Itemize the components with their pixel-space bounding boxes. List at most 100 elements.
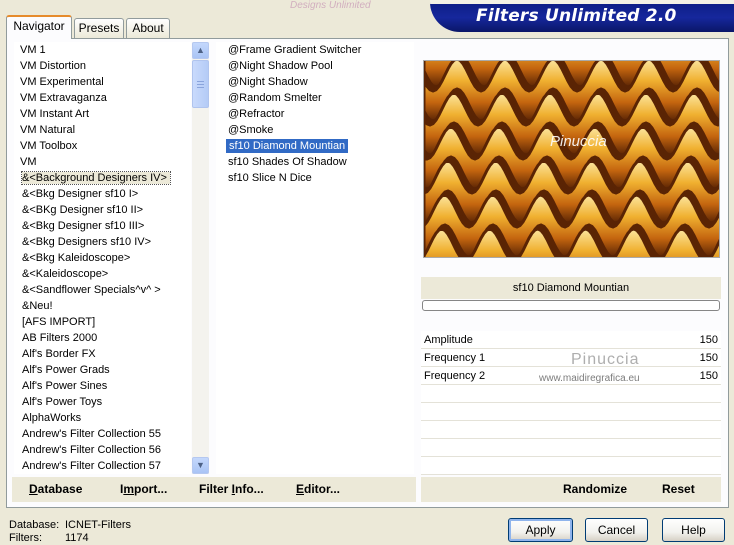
category-item-label: VM Extravaganza xyxy=(20,92,107,104)
category-item-label: Alf's Power Grads xyxy=(22,364,110,376)
filter-item[interactable]: sf10 Slice N Dice xyxy=(216,170,414,186)
category-item[interactable]: AB Filters 2000 xyxy=(14,330,191,346)
editor-button[interactable]: Editor... xyxy=(296,477,340,502)
database-label: atabase xyxy=(37,482,83,496)
category-item[interactable]: &<Bkg Designer sf10 I> xyxy=(14,186,191,202)
filter-item[interactable]: @Night Shadow xyxy=(216,74,414,90)
grip-line xyxy=(197,81,204,82)
category-item[interactable]: VM Toolbox xyxy=(14,138,191,154)
database-status-value: ICNET-Filters xyxy=(65,519,131,531)
cancel-button[interactable]: Cancel xyxy=(585,518,648,542)
category-item-label: VM Instant Art xyxy=(20,108,90,120)
scroll-thumb[interactable] xyxy=(192,60,209,108)
filters-count-value: 1174 xyxy=(65,532,89,544)
category-item-label: Andrew's Filter Collection 56 xyxy=(22,444,162,456)
category-item-label: Andrew's Filter Collection 55 xyxy=(22,428,162,440)
filter-item[interactable]: @Random Smelter xyxy=(216,90,414,106)
filter-item[interactable]: @Frame Gradient Switcher xyxy=(216,42,414,58)
category-item[interactable]: VM Natural xyxy=(14,122,191,138)
category-item[interactable]: &Neu! xyxy=(14,298,191,314)
reset-button[interactable]: Reset xyxy=(662,477,695,502)
category-item-label: [AFS IMPORT] xyxy=(22,316,96,328)
parameter-row[interactable]: Amplitude 150 xyxy=(421,331,721,349)
category-item[interactable]: [AFS IMPORT] xyxy=(14,314,191,330)
parameter-row[interactable] xyxy=(421,385,721,403)
database-status-label: Database: xyxy=(9,519,60,531)
parameter-row[interactable] xyxy=(421,439,721,457)
category-item-label: AlphaWorks xyxy=(22,412,82,424)
category-item[interactable]: VM xyxy=(14,154,191,170)
apply-button[interactable]: Apply xyxy=(508,518,573,542)
category-item[interactable]: &<Background Designers IV> xyxy=(14,170,191,186)
tab-presets[interactable]: Presets xyxy=(74,18,124,38)
category-item-label: &<Bkg Kaleidoscope> xyxy=(22,252,131,264)
parameter-row[interactable] xyxy=(421,421,721,439)
parameter-table[interactable]: Amplitude 150 Frequency 1 150 Frequency 2 150… xyxy=(421,331,721,475)
tab-navigator[interactable]: Navigator xyxy=(6,15,72,39)
filter-item-label: @Night Shadow Pool xyxy=(228,60,333,72)
category-item[interactable]: Alf's Border FX xyxy=(14,346,191,362)
parameter-value[interactable]: 150 xyxy=(700,367,718,385)
tab-about[interactable]: About xyxy=(126,18,170,38)
category-item[interactable]: Andrew's Filter Collection 57 xyxy=(14,458,191,474)
category-item[interactable]: &<BKg Designer sf10 II> xyxy=(14,202,191,218)
left-button-bar: Database Import... Filter Info... Editor… xyxy=(12,477,416,502)
import-label: port... xyxy=(134,482,168,496)
preview-watermark: Pinuccia xyxy=(550,133,607,150)
filter-info-button[interactable]: Filter Info... xyxy=(199,477,264,502)
category-item-label: &Neu! xyxy=(22,300,53,312)
background-scribble: Designs Unlimited xyxy=(290,0,371,10)
category-item[interactable]: VM Experimental xyxy=(14,74,191,90)
category-item[interactable]: &<Bkg Kaleidoscope> xyxy=(14,250,191,266)
category-item-label: AB Filters 2000 xyxy=(22,332,98,344)
app-title: Filters Unlimited 2.0 xyxy=(476,6,677,26)
category-item[interactable]: &<Kaleidoscope> xyxy=(14,266,191,282)
filter-item[interactable]: sf10 Diamond Mountian xyxy=(216,138,414,154)
parameter-label: Frequency 2 xyxy=(424,370,486,382)
category-item[interactable]: VM Instant Art xyxy=(14,106,191,122)
category-item[interactable]: VM Distortion xyxy=(14,58,191,74)
filter-item-label: @Refractor xyxy=(228,108,285,120)
category-item-label: VM 1 xyxy=(20,44,46,56)
filter-list[interactable]: @Frame Gradient Switcher @Night Shadow Po… xyxy=(216,42,414,474)
import-button[interactable]: Import... xyxy=(120,477,167,502)
category-item[interactable]: VM Extravaganza xyxy=(14,90,191,106)
category-item[interactable]: Alf's Power Toys xyxy=(14,394,191,410)
category-item[interactable]: Alf's Power Grads xyxy=(14,362,191,378)
category-item[interactable]: Andrew's Filter Collection 56 xyxy=(14,442,191,458)
parameter-value[interactable]: 150 xyxy=(700,349,718,367)
watermark-author: Pinuccia xyxy=(571,351,640,368)
filters-count-label: Filters: xyxy=(9,532,42,544)
selected-filter-name: sf10 Diamond Mountian xyxy=(421,277,721,299)
randomize-button[interactable]: Randomize xyxy=(563,477,627,502)
parameter-row[interactable] xyxy=(421,457,721,475)
scroll-down-icon[interactable]: ▼ xyxy=(192,457,209,474)
category-item[interactable]: Andrew's Filter Collection 55 xyxy=(14,426,191,442)
category-item-label: &<Background Designers IV> xyxy=(21,171,171,185)
category-item[interactable]: Alf's Power Sines xyxy=(14,378,191,394)
category-item[interactable]: &<Bkg Designers sf10 IV> xyxy=(14,234,191,250)
filter-item[interactable]: sf10 Shades Of Shadow xyxy=(216,154,414,170)
scroll-up-icon[interactable]: ▲ xyxy=(192,42,209,59)
help-button[interactable]: Help xyxy=(662,518,725,542)
filter-item[interactable]: @Night Shadow Pool xyxy=(216,58,414,74)
category-item[interactable]: &<Bkg Designer sf10 III> xyxy=(14,218,191,234)
category-item[interactable]: AlphaWorks xyxy=(14,410,191,426)
category-item-label: Alf's Power Toys xyxy=(22,396,103,408)
filter-item[interactable]: @Smoke xyxy=(216,122,414,138)
database-mnemonic: D xyxy=(29,482,38,496)
parameter-row[interactable] xyxy=(421,403,721,421)
import-mnemonic: m xyxy=(123,482,135,496)
category-item[interactable]: &<Sandflower Specials^v^ > xyxy=(14,282,191,298)
category-scrollbar[interactable]: ▲ ▼ xyxy=(192,42,209,474)
filter-item-label: sf10 Slice N Dice xyxy=(228,172,312,184)
editor-mnemonic: E xyxy=(296,482,305,496)
filter-item[interactable]: @Refractor xyxy=(216,106,414,122)
category-item-label: VM Toolbox xyxy=(20,140,78,152)
filter-info-label-pre: Filter xyxy=(199,482,232,496)
parameter-value[interactable]: 150 xyxy=(700,331,718,349)
category-list[interactable]: VM 1 VM Distortion VM Experimental VM Extra… xyxy=(14,42,191,474)
preview-pattern xyxy=(424,61,719,257)
category-item[interactable]: VM 1 xyxy=(14,42,191,58)
database-button[interactable]: Database xyxy=(29,477,82,502)
